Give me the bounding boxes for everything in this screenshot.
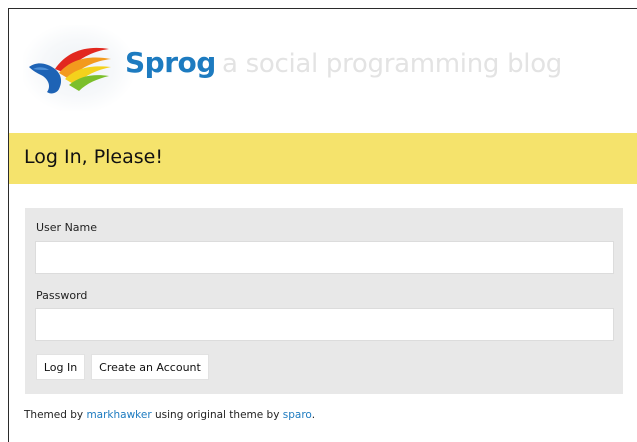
footer-middle: using original theme by (151, 409, 283, 421)
footer-suffix: . (311, 409, 316, 421)
password-input[interactable] (35, 308, 614, 341)
logo-glow (23, 25, 133, 111)
footer-credits: Themed by markhawker using original them… (24, 409, 315, 421)
username-input[interactable] (35, 241, 614, 274)
title-bar: Log In, Please! (9, 133, 637, 184)
login-button[interactable]: Log In (36, 354, 85, 380)
original-author-link[interactable]: sparo (283, 409, 312, 421)
page-frame: Sprog a social programming blog Log In, … (8, 8, 637, 442)
sprog-logo-icon[interactable] (29, 39, 113, 95)
username-label: User Name (36, 221, 98, 234)
password-label: Password (36, 289, 88, 302)
login-form: User Name Password Log In Create an Acco… (25, 208, 623, 394)
theme-author-link[interactable]: markhawker (86, 409, 151, 421)
brand-name[interactable]: Sprog (125, 46, 216, 79)
create-account-button[interactable]: Create an Account (91, 354, 209, 380)
site-header: Sprog a social programming blog (9, 9, 637, 133)
page-title: Log In, Please! (24, 146, 163, 168)
site-tagline: a social programming blog (222, 49, 563, 79)
footer-prefix: Themed by (24, 409, 87, 421)
